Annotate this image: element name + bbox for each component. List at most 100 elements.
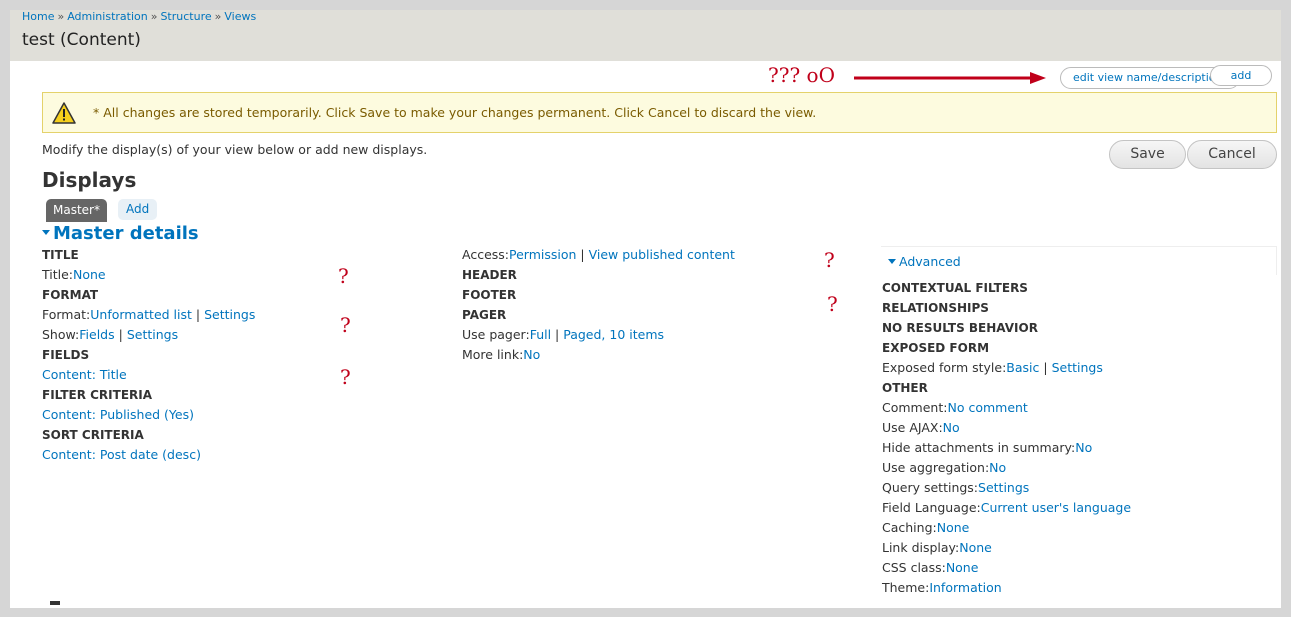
section-exposed-form: EXPOSED FORM	[882, 341, 990, 355]
middle-column: Access:Permission | View published conte…	[462, 245, 735, 365]
filter-item-link[interactable]: Content: Published (Yes)	[42, 407, 194, 422]
ajax-label: Use AJAX:	[882, 420, 943, 435]
more-link-row: More link:No	[462, 345, 735, 365]
ajax-row: Use AJAX:No	[882, 418, 1131, 438]
format-settings-link[interactable]: Settings	[204, 307, 255, 322]
annotation-question-mark: ?	[824, 248, 835, 272]
ajax-link[interactable]: No	[943, 420, 960, 435]
aggregation-row: Use aggregation:No	[882, 458, 1131, 478]
caching-link[interactable]: None	[937, 520, 970, 535]
warning-message: * All changes are stored temporarily. Cl…	[42, 92, 1277, 133]
access-label: Access:	[462, 247, 510, 262]
left-column: TITLE Title:None FORMAT Format:Unformatt…	[42, 245, 255, 465]
access-row: Access:Permission | View published conte…	[462, 247, 735, 262]
sort-item-link[interactable]: Content: Post date (desc)	[42, 447, 201, 462]
format-value-link[interactable]: Unformatted list	[90, 307, 192, 322]
title-label: Title:	[42, 267, 73, 282]
field-language-row: Field Language:Current user's language	[882, 498, 1131, 518]
css-class-link[interactable]: None	[946, 560, 979, 575]
exposed-style-settings-link[interactable]: Settings	[1052, 360, 1103, 375]
page-title: test (Content)	[22, 30, 141, 50]
advanced-label: Advanced	[899, 254, 961, 269]
more-link-value-link[interactable]: No	[523, 347, 540, 362]
show-value-link[interactable]: Fields	[79, 327, 114, 342]
annotation-arrow-icon	[854, 72, 1046, 84]
theme-row: Theme:Information	[882, 578, 1131, 598]
exposed-style-label: Exposed form style:	[882, 360, 1007, 375]
hide-attachments-row: Hide attachments in summary:No	[882, 438, 1131, 458]
annotation-question-mark: ?	[338, 264, 349, 288]
caching-row: Caching:None	[882, 518, 1131, 538]
page-header: Home» Administration» Structure» Views test…	[10, 10, 1281, 61]
hide-attachments-link[interactable]: No	[1075, 440, 1092, 455]
tab-add-display[interactable]: Add	[118, 199, 158, 220]
query-settings-row: Query settings:Settings	[882, 478, 1131, 498]
more-link-label: More link:	[462, 347, 524, 362]
section-pager: PAGER	[462, 308, 507, 322]
query-settings-label: Query settings:	[882, 480, 979, 495]
title-row: Title:None	[42, 265, 255, 285]
pager-row: Use pager:Full | Paged, 10 items	[462, 327, 665, 342]
annotation-question-mark: ?	[827, 292, 838, 316]
save-button[interactable]: Save	[1109, 140, 1186, 169]
breadcrumb-separator: »	[150, 10, 158, 23]
add-button[interactable]: add	[1210, 65, 1272, 86]
breadcrumb-home[interactable]: Home	[22, 10, 54, 23]
css-class-row: CSS class:None	[882, 558, 1131, 578]
section-contextual-filters: CONTEXTUAL FILTERS	[882, 281, 1028, 295]
annotation-text: ??? oO	[768, 63, 835, 87]
displays-heading: Displays	[42, 168, 137, 192]
breadcrumb-administration[interactable]: Administration	[67, 10, 148, 23]
access-value-link[interactable]: Permission	[509, 247, 576, 262]
aggregation-label: Use aggregation:	[882, 460, 990, 475]
annotation-question-mark: ?	[340, 313, 351, 337]
pager-extra-link[interactable]: Paged, 10 items	[563, 327, 664, 342]
comment-label: Comment:	[882, 400, 948, 415]
field-language-label: Field Language:	[882, 500, 981, 515]
tab-master[interactable]: Master*	[46, 199, 107, 222]
page-frame: Home» Administration» Structure» Views test…	[10, 10, 1281, 608]
annotation-question-mark: ?	[340, 365, 351, 389]
cut-off-text-fragment	[50, 601, 60, 605]
link-display-row: Link display:None	[882, 538, 1131, 558]
title-value-link[interactable]: None	[73, 267, 106, 282]
section-filter-criteria: FILTER CRITERIA	[42, 388, 153, 402]
pager-value-link[interactable]: Full	[530, 327, 551, 342]
master-details-label: Master details	[53, 223, 199, 244]
breadcrumb-views[interactable]: Views	[224, 10, 256, 23]
show-label: Show:	[42, 327, 80, 342]
theme-link[interactable]: Information	[929, 580, 1001, 595]
field-item-link[interactable]: Content: Title	[42, 367, 127, 382]
warning-text: * All changes are stored temporarily. Cl…	[93, 105, 817, 120]
link-display-link[interactable]: None	[959, 540, 992, 555]
breadcrumb-separator: »	[57, 10, 65, 23]
breadcrumb-structure[interactable]: Structure	[160, 10, 211, 23]
modify-instructions: Modify the display(s) of your view below…	[42, 142, 428, 157]
theme-label: Theme:	[882, 580, 930, 595]
triangle-down-icon	[42, 230, 50, 235]
aggregation-link[interactable]: No	[989, 460, 1006, 475]
section-title: TITLE	[42, 248, 79, 262]
cancel-button[interactable]: Cancel	[1187, 140, 1277, 169]
right-column: CONTEXTUAL FILTERS RELATIONSHIPS NO RESU…	[882, 278, 1131, 598]
breadcrumb-separator: »	[214, 10, 222, 23]
field-language-link[interactable]: Current user's language	[981, 500, 1131, 515]
format-label: Format:	[42, 307, 91, 322]
show-settings-link[interactable]: Settings	[127, 327, 178, 342]
advanced-toggle[interactable]: Advanced	[888, 254, 961, 269]
exposed-style-row: Exposed form style:Basic | Settings	[882, 360, 1103, 375]
warning-triangle-icon	[52, 102, 76, 124]
query-settings-link[interactable]: Settings	[978, 480, 1029, 495]
css-class-label: CSS class:	[882, 560, 946, 575]
link-display-label: Link display:	[882, 540, 960, 555]
show-row: Show:Fields | Settings	[42, 327, 179, 342]
comment-link[interactable]: No comment	[947, 400, 1027, 415]
exposed-style-link[interactable]: Basic	[1006, 360, 1039, 375]
caching-label: Caching:	[882, 520, 937, 535]
hide-attachments-label: Hide attachments in summary:	[882, 440, 1076, 455]
master-details-toggle[interactable]: Master details	[42, 223, 199, 244]
section-relationships: RELATIONSHIPS	[882, 301, 989, 315]
section-header: HEADER	[462, 268, 517, 282]
access-extra-link[interactable]: View published content	[589, 247, 735, 262]
format-row: Format:Unformatted list | Settings	[42, 307, 256, 322]
